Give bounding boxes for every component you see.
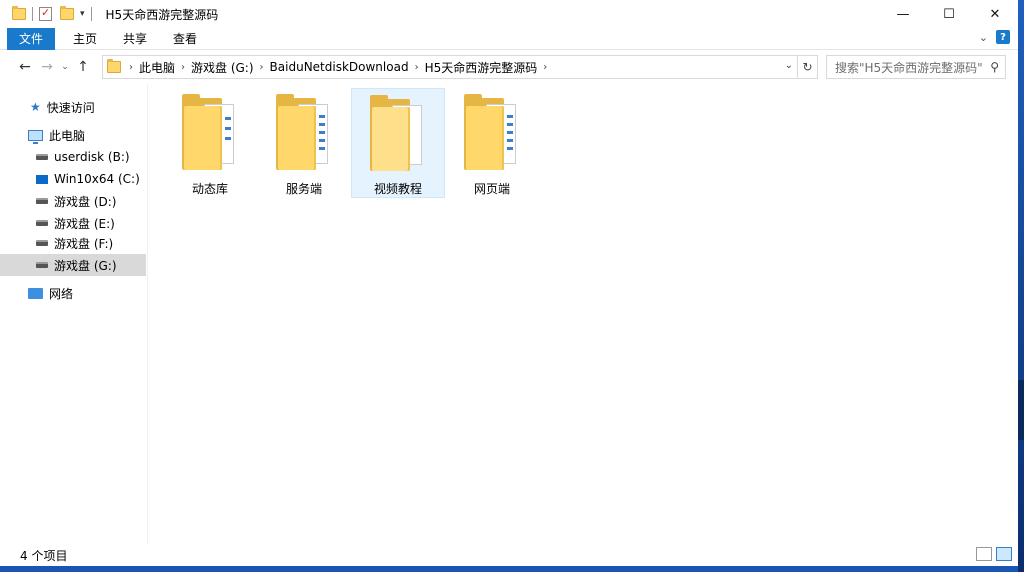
star-icon: ★ [30,100,41,114]
drive-icon [36,198,48,204]
search-icon[interactable]: ⚲ [990,60,999,74]
sidebar-item-drive-e[interactable]: 游戏盘 (E:) [0,212,146,234]
sidebar-item-quick-access[interactable]: ★ 快速访问 [0,96,146,118]
drive-icon [36,240,48,246]
navigation-pane: ★ 快速访问 此电脑 userdisk (B:) Win10x64 (C:) 游… [0,84,148,544]
tab-home[interactable]: 主页 [60,28,110,50]
sidebar-item-network[interactable]: 网络 [0,282,146,304]
expand-ribbon-icon[interactable]: ⌄ [979,31,988,44]
new-folder-icon[interactable] [60,6,74,20]
sidebar-item-label: 网络 [49,286,74,301]
list-item[interactable]: 网页端 [445,88,539,198]
computer-icon [28,129,43,144]
item-name: 动态库 [191,182,228,196]
windows-drive-icon [36,174,48,184]
sidebar-item-drive-c[interactable]: Win10x64 (C:) [0,168,146,190]
folder-icon [370,95,426,171]
breadcrumb-current-folder[interactable]: H5天命西游完整源码 [425,59,538,76]
address-dropdown-icon[interactable]: ⌄ [785,60,793,71]
tab-file[interactable]: 文件 [7,27,55,50]
refresh-icon[interactable]: ↻ [798,55,818,79]
sidebar-item-label: 游戏盘 (G:) [54,258,117,273]
large-icons-view-icon[interactable] [996,547,1012,561]
list-item[interactable]: 视频教程 [351,88,445,198]
window-title: H5天命西游完整源码 [105,7,219,22]
quick-access-toolbar: ▾ [0,0,98,28]
search-input[interactable]: 搜索"H5天命西游完整源码" ⚲ [826,55,1006,79]
sidebar-item-label: 此电脑 [49,128,86,143]
separator [90,7,92,21]
window-border [0,566,1018,572]
back-arrow-icon[interactable]: ← [14,56,36,78]
properties-icon[interactable] [39,6,52,21]
title-bar: ▾ H5天命西游完整源码 — ☐ ✕ [0,0,1018,28]
sidebar-item-drive-f[interactable]: 游戏盘 (F:) [0,232,146,254]
minimize-icon[interactable]: — [880,0,926,28]
navigation-bar: ← → ⌄ ↑ › 此电脑 › 游戏盘 (G:) › BaiduNetdiskD… [0,52,1018,82]
folder-icon [276,94,332,170]
recent-locations-icon[interactable]: ⌄ [58,56,72,78]
sidebar-item-label: userdisk (B:) [54,150,130,164]
drive-icon [36,220,48,226]
details-view-icon[interactable] [976,547,992,561]
desktop-background [1018,0,1024,572]
breadcrumb-baidunetdisk[interactable]: BaiduNetdiskDownload [270,60,409,74]
drive-icon [36,154,48,160]
list-item[interactable]: 动态库 [163,88,257,198]
close-icon[interactable]: ✕ [972,0,1018,28]
chevron-right-icon[interactable]: › [181,62,185,73]
chevron-right-icon[interactable]: › [415,62,419,73]
item-name: 视频教程 [373,182,422,196]
maximize-icon[interactable]: ☐ [926,0,972,28]
ribbon-right: ⌄ ? [979,30,1010,44]
tab-view[interactable]: 查看 [160,28,210,50]
chevron-right-icon[interactable]: › [129,62,133,73]
sidebar-item-label: Win10x64 (C:) [54,172,140,186]
customize-dropdown-icon[interactable]: ▾ [80,9,85,19]
forward-arrow-icon[interactable]: → [36,56,58,78]
breadcrumb-drive-g[interactable]: 游戏盘 (G:) [191,59,254,76]
item-name: 服务端 [285,182,322,196]
chevron-right-icon[interactable]: › [543,62,547,73]
tab-share[interactable]: 共享 [110,28,160,50]
sidebar-item-label: 游戏盘 (D:) [54,194,117,209]
chevron-right-icon[interactable]: › [260,62,264,73]
folder-icon [464,94,520,170]
drive-icon [36,262,48,268]
breadcrumb-this-pc[interactable]: 此电脑 [139,59,175,76]
separator [32,7,33,21]
sidebar-item-this-pc[interactable]: 此电脑 [0,124,146,146]
address-bar[interactable]: › 此电脑 › 游戏盘 (G:) › BaiduNetdiskDownload … [102,55,798,79]
sidebar-item-label: 游戏盘 (F:) [54,236,114,251]
sidebar-item-drive-d[interactable]: 游戏盘 (D:) [0,190,146,212]
search-placeholder: 搜索"H5天命西游完整源码" [835,60,983,75]
item-count: 4 个项目 [20,548,68,563]
pane-divider[interactable] [147,84,148,544]
ribbon-tabs: 文件 主页 共享 查看 ⌄ ? [0,27,1018,50]
file-list: 动态库 服务端 视频教程 网页端 [149,84,1018,544]
sidebar-item-label: 游戏盘 (E:) [54,216,115,231]
sidebar-item-drive-b[interactable]: userdisk (B:) [0,146,146,168]
folder-icon [182,94,238,170]
network-icon [28,287,43,299]
folder-icon[interactable] [12,6,26,20]
sidebar-item-drive-g[interactable]: 游戏盘 (G:) [0,254,146,276]
status-bar: 4 个项目 [0,544,1018,566]
folder-icon [107,59,121,73]
item-name: 网页端 [473,182,510,196]
view-switcher [976,547,1012,561]
help-icon[interactable]: ? [996,30,1010,44]
sidebar-item-label: 快速访问 [46,100,95,115]
window-controls: — ☐ ✕ [880,0,1018,28]
explorer-window: ▾ H5天命西游完整源码 — ☐ ✕ 文件 主页 共享 查看 ⌄ ? ← → ⌄… [0,0,1018,572]
list-item[interactable]: 服务端 [257,88,351,198]
up-arrow-icon[interactable]: ↑ [72,56,94,78]
